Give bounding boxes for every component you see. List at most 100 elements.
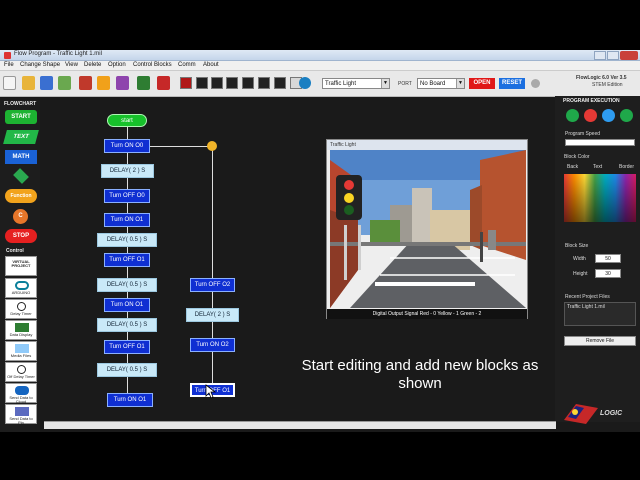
close-button[interactable] <box>620 51 638 60</box>
virtual-project-button[interactable]: VIRTUAL PROJECT <box>5 256 37 276</box>
step-button[interactable] <box>620 109 633 122</box>
delete-icon[interactable] <box>157 76 170 90</box>
version-line-2: STEM Edition <box>592 82 623 88</box>
canvas-horizontal-scrollbar[interactable] <box>44 421 556 429</box>
menu-comm[interactable]: Comm <box>178 62 196 68</box>
math-block-button[interactable]: MATH <box>5 150 37 164</box>
stop-block-button[interactable]: STOP <box>5 229 37 243</box>
save-icon[interactable] <box>40 76 53 90</box>
block-delay-0-5[interactable]: DELAY( 0.5 ) S <box>97 278 157 292</box>
width-input[interactable]: 50 <box>595 254 621 263</box>
pin-icon[interactable] <box>79 76 92 90</box>
program-speed-label: Program Speed <box>565 131 601 137</box>
media-files-label: Media Files <box>10 353 32 358</box>
link-icon[interactable] <box>116 76 129 90</box>
open-folder-icon[interactable] <box>22 76 35 90</box>
block-turn-on-o0[interactable]: Turn ON O0 <box>104 139 150 153</box>
remove-file-button[interactable]: Remove File <box>564 336 636 346</box>
start-block-button[interactable]: START <box>5 110 37 124</box>
menu-file[interactable]: File <box>4 62 14 68</box>
menu-delete[interactable]: Delete <box>84 62 101 68</box>
loop-connector-node[interactable] <box>207 141 217 151</box>
recent-file-item[interactable]: Traffic Light 1.mil <box>567 304 605 310</box>
block-delay-2[interactable]: DELAY( 2 ) S <box>101 164 154 178</box>
new-file-icon[interactable] <box>3 76 16 90</box>
reset-button[interactable]: RESET <box>499 78 525 89</box>
program-speed-slider[interactable] <box>565 139 635 146</box>
loop-return-line <box>212 146 213 392</box>
block-delay-0-5[interactable]: DELAY( 0.5 ) S <box>97 318 157 332</box>
block-delay-2[interactable]: DELAY( 2 ) S <box>186 308 239 322</box>
menu-view[interactable]: View <box>65 62 78 68</box>
off-delay-timer-label: Off Delay Timer <box>7 374 35 379</box>
tool-icon-2[interactable] <box>211 77 223 89</box>
port-select[interactable]: No Board ▼ <box>417 78 465 89</box>
start-node[interactable]: start <box>107 114 147 127</box>
save-as-icon[interactable] <box>58 76 71 90</box>
color-option-border[interactable]: Border <box>619 164 634 170</box>
send-data-cloud-button[interactable]: Send Data to Cloud <box>5 383 37 404</box>
block-turn-on-o1[interactable]: Turn ON O1 <box>107 393 153 407</box>
pen-icon[interactable] <box>137 76 150 90</box>
tool-icon-5[interactable] <box>258 77 270 89</box>
display-icon <box>15 323 29 332</box>
data-display-label: Data Display <box>9 332 33 337</box>
arduino-logo-icon <box>15 281 29 290</box>
tool-icon-1[interactable] <box>196 77 208 89</box>
stop-button[interactable] <box>584 109 597 122</box>
arduino-button[interactable]: ARDUINO <box>5 278 37 298</box>
block-turn-off-o0[interactable]: Turn OFF O0 <box>104 189 150 203</box>
data-display-button[interactable]: Data Display <box>5 320 37 340</box>
color-option-text[interactable]: Text <box>593 164 602 170</box>
play-red-icon[interactable] <box>180 77 192 89</box>
arduino-icon[interactable] <box>299 77 311 89</box>
block-delay-0-5[interactable]: DELAY( 0.5 ) S <box>97 233 157 247</box>
traffic-scene-graphic <box>330 150 526 308</box>
menu-option[interactable]: Option <box>108 62 126 68</box>
send-data-pin-label: Send Data to Pin <box>9 416 33 425</box>
tool-icon-4[interactable] <box>242 77 254 89</box>
block-turn-on-o2[interactable]: Turn ON O2 <box>190 338 235 352</box>
block-color-label: Block Color <box>564 154 590 160</box>
menu-control-blocks[interactable]: Control Blocks <box>133 62 172 68</box>
send-data-pin-button[interactable]: Send Data to Pin <box>5 404 37 425</box>
minimize-button[interactable] <box>594 51 606 60</box>
block-delay-0-5[interactable]: DELAY( 0.5 ) S <box>97 363 157 377</box>
menu-about[interactable]: About <box>203 62 219 68</box>
delay-timer-button[interactable]: Delay Timer <box>5 299 37 319</box>
block-turn-on-o1[interactable]: Turn ON O1 <box>104 298 150 312</box>
color-option-back[interactable]: Back <box>567 164 578 170</box>
recent-files-list[interactable]: Traffic Light 1.mil <box>564 302 636 326</box>
text-block-button[interactable]: TEXT <box>3 130 39 144</box>
color-palette-grid[interactable] <box>564 174 636 222</box>
flowchart-palette: FLOWCHART START TEXT MATH Function C STO… <box>0 98 40 432</box>
menu-change-shape[interactable]: Change Shape <box>20 62 60 68</box>
traffic-light-title: Traffic Light <box>327 140 527 150</box>
cloud-icon <box>15 386 29 395</box>
maximize-button[interactable] <box>607 51 619 60</box>
media-icon <box>15 344 29 353</box>
program-execution-heading: PROGRAM EXECUTION <box>563 98 620 104</box>
project-select[interactable]: Traffic Light ▼ <box>322 78 390 89</box>
block-turn-off-o2[interactable]: Turn OFF O2 <box>190 278 235 292</box>
loop-top-line <box>150 146 212 147</box>
off-delay-timer-button[interactable]: Off Delay Timer <box>5 362 37 382</box>
block-turn-off-o1[interactable]: Turn OFF O1 <box>104 340 150 354</box>
timer-icon <box>17 365 26 374</box>
media-files-button[interactable]: Media Files <box>5 341 37 361</box>
height-input[interactable]: 30 <box>595 269 621 278</box>
pause-button[interactable] <box>602 109 615 122</box>
connector-block-button[interactable]: C <box>13 209 28 224</box>
decision-block-button[interactable] <box>13 168 29 184</box>
run-button[interactable] <box>566 109 579 122</box>
function-block-button[interactable]: Function <box>5 189 37 203</box>
up-arrow-icon[interactable] <box>97 76 110 90</box>
open-button[interactable]: OPEN <box>469 78 495 89</box>
traffic-light-window[interactable]: Traffic Light Digital Output Signal Red … <box>326 139 528 319</box>
block-turn-off-o1[interactable]: Turn OFF O1 <box>104 253 150 267</box>
send-data-cloud-label: Send Data to Cloud <box>9 395 33 404</box>
tool-icon-3[interactable] <box>226 77 238 89</box>
block-turn-on-o1[interactable]: Turn ON O1 <box>104 213 150 227</box>
port-label: PORT <box>398 81 412 87</box>
tool-icon-6[interactable] <box>274 77 286 89</box>
